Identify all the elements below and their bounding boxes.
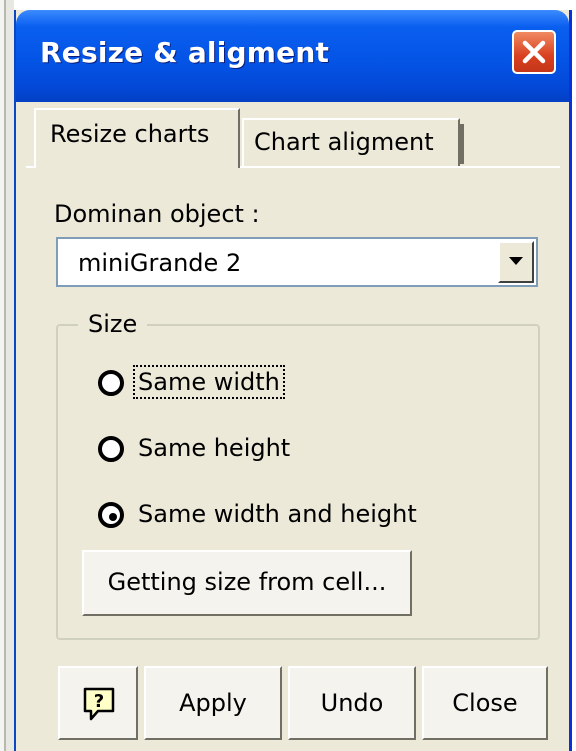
help-button[interactable]: ? (58, 666, 138, 740)
resize-alignment-dialog: Resize & aligment Resize charts Chart al… (14, 10, 572, 751)
dominant-object-select[interactable]: miniGrande 2 (56, 237, 538, 287)
desktop-background (0, 0, 576, 10)
size-group-legend: Size (78, 310, 148, 338)
radio-button-selected[interactable] (98, 502, 124, 528)
radio-same-width-and-height[interactable]: Same width and height (82, 496, 482, 536)
select-value: miniGrande 2 (78, 249, 242, 277)
svg-text:?: ? (94, 691, 104, 712)
dominant-object-label: Dominan object : (54, 200, 260, 228)
dropdown-arrow-button[interactable] (498, 241, 534, 283)
help-icon: ? (83, 687, 115, 721)
apply-button[interactable]: Apply (144, 666, 282, 740)
undo-button[interactable]: Undo (288, 666, 416, 740)
chevron-down-icon (509, 257, 523, 265)
radio-label: Same width (133, 365, 285, 399)
radio-button[interactable] (98, 370, 124, 396)
tab-edge-shadow (460, 124, 464, 164)
radio-label: Same height (138, 434, 291, 462)
tab-resize-charts[interactable]: Resize charts (34, 108, 240, 168)
tab-label: Resize charts (50, 120, 210, 148)
tab-strip: Resize charts Chart aligment (16, 102, 569, 168)
radio-same-height[interactable]: Same height (82, 430, 402, 470)
tab-chart-alignment[interactable]: Chart aligment (242, 118, 464, 166)
tab-label: Chart aligment (254, 128, 434, 156)
radio-same-width[interactable]: Same width (82, 364, 402, 404)
window-title: Resize & aligment (40, 36, 330, 69)
radio-dot (109, 513, 117, 521)
close-button[interactable]: Close (422, 666, 548, 740)
close-x-icon (522, 40, 546, 64)
title-bar[interactable]: Resize & aligment (16, 10, 569, 102)
get-size-from-cell-button[interactable]: Getting size from cell... (82, 550, 412, 616)
background-window-edge (0, 0, 14, 751)
close-window-button[interactable] (512, 30, 556, 74)
radio-button[interactable] (98, 436, 124, 462)
radio-label: Same width and height (138, 500, 417, 528)
